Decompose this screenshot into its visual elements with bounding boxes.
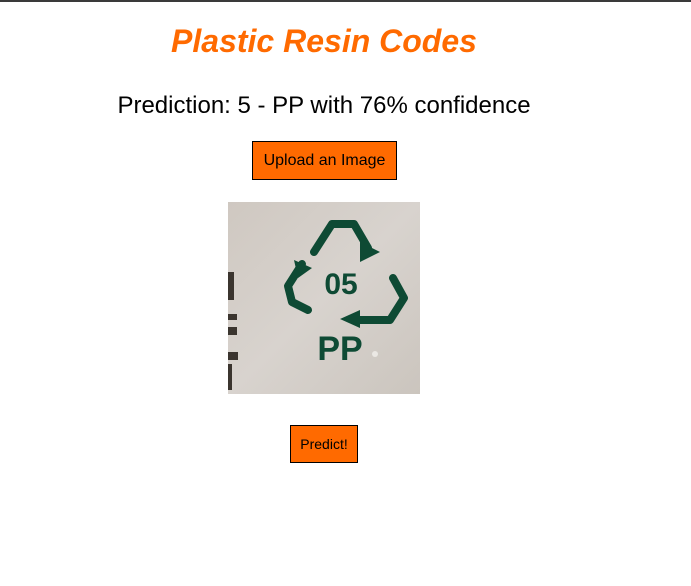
uploaded-image-preview: 05 PP	[228, 202, 420, 394]
predict-button[interactable]: Predict!	[290, 425, 358, 463]
photo-speck	[372, 351, 378, 357]
resin-code-number: 05	[324, 268, 357, 301]
resin-code-photo: 05 PP	[228, 202, 420, 394]
page-title: Plastic Resin Codes	[171, 23, 477, 59]
app-container: Plastic Resin Codes Prediction: 5 - PP w…	[0, 0, 648, 586]
prediction-result: Prediction: 5 - PP with 76% confidence	[117, 92, 531, 119]
resin-code-abbreviation: PP	[317, 330, 362, 368]
upload-image-button[interactable]: Upload an Image	[252, 141, 397, 180]
